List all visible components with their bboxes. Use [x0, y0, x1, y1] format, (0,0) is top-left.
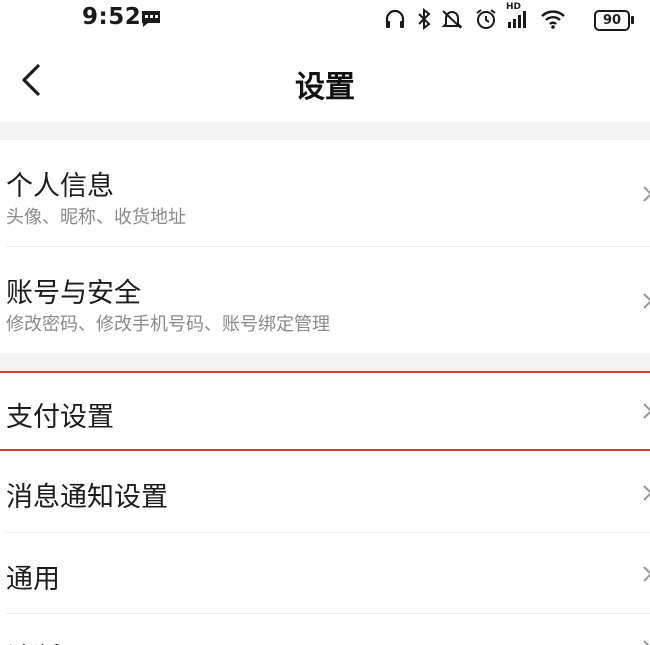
bluetooth-icon: [418, 8, 431, 30]
settings-item-payment[interactable]: 支付设置: [0, 371, 650, 451]
mute-icon: [441, 10, 463, 29]
chevron-right-icon: [643, 485, 650, 501]
settings-item-subtitle: 头像、昵称、收货地址: [6, 207, 186, 228]
wifi-icon: [541, 10, 565, 29]
alarm-icon: [476, 9, 496, 29]
chevron-right-icon: [643, 293, 650, 309]
headphones-icon: [385, 9, 405, 28]
chevron-right-icon: [643, 640, 650, 645]
section-gap: [0, 353, 650, 371]
settings-item-diagnostics[interactable]: 诊断工具: [0, 614, 650, 645]
message-icon: [142, 11, 160, 27]
settings-item-title: 账号与安全: [6, 278, 141, 309]
settings-item-title: 通用: [6, 564, 60, 595]
settings-item-title: 消息通知设置: [6, 482, 168, 513]
chevron-right-icon: [643, 403, 650, 419]
settings-item-subtitle: 修改密码、修改手机号码、账号绑定管理: [6, 314, 330, 335]
page-title: 设置: [295, 70, 355, 105]
status-time: 9:52: [82, 4, 142, 30]
settings-item-title: 个人信息: [6, 171, 114, 202]
settings-item-title: 支付设置: [6, 402, 114, 433]
settings-item-title: 诊断工具: [6, 636, 114, 645]
settings-item-account-security[interactable]: 账号与安全 修改密码、修改手机号码、账号绑定管理: [0, 247, 650, 353]
section-gap: [0, 122, 650, 140]
chevron-right-icon: [643, 566, 650, 582]
status-bar: 9:52 HD 90: [0, 0, 650, 42]
settings-item-general[interactable]: 通用: [0, 533, 650, 614]
signal-icon: [508, 11, 526, 28]
battery-tip: [631, 16, 634, 24]
status-icons: HD 90: [384, 2, 634, 34]
header: 设置: [0, 42, 650, 122]
settings-item-notifications[interactable]: 消息通知设置: [0, 453, 650, 533]
chevron-right-icon: [643, 186, 650, 202]
settings-item-personal-info[interactable]: 个人信息 头像、昵称、收货地址: [0, 140, 650, 247]
battery-icon: 90: [594, 10, 630, 31]
